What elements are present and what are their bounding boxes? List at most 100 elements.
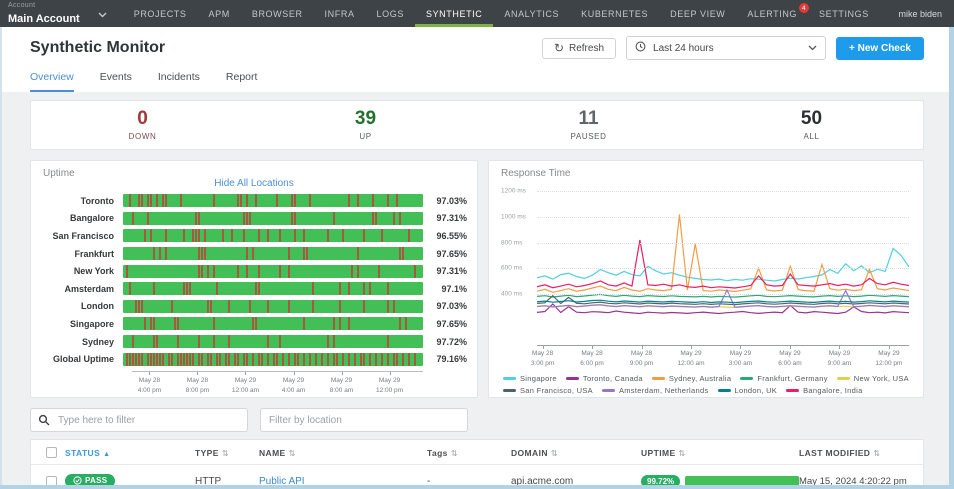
downtime-mark [393, 352, 395, 366]
legend-item[interactable]: Sydney, Australia [651, 374, 732, 383]
downtime-mark [393, 299, 395, 313]
uptime-bar [123, 247, 423, 261]
downtime-mark [294, 352, 296, 366]
filter-search-input[interactable] [30, 408, 248, 432]
nav-item-projects[interactable]: PROJECTS [123, 0, 198, 27]
downtime-mark [129, 282, 131, 296]
downtime-mark [177, 317, 179, 331]
gridline [537, 242, 909, 244]
header-checkbox-cell [31, 447, 65, 458]
uptime-row: Toronto 97.03% [43, 192, 467, 210]
filter-location-input[interactable] [260, 408, 468, 432]
downtime-mark [276, 194, 278, 208]
stat-all: 50 ALL [700, 108, 923, 141]
legend-item[interactable]: San Francisco, USA [503, 386, 593, 395]
series-sydney-australia [537, 214, 909, 292]
nav-item-apm[interactable]: APM [198, 0, 241, 27]
downtime-mark [156, 352, 158, 366]
user-menu[interactable]: mike biden [898, 0, 954, 27]
downtime-mark [309, 352, 311, 366]
downtime-mark [126, 264, 128, 278]
legend-item[interactable]: Bangalore, India [786, 386, 862, 395]
downtime-mark [159, 352, 161, 366]
downtime-mark [207, 352, 209, 366]
downtime-mark [201, 352, 203, 366]
column-header-status[interactable]: STATUS ▲ [65, 448, 195, 458]
downtime-mark [147, 194, 149, 208]
account-switcher[interactable]: Account Main Account [0, 0, 117, 27]
uptime-bar [123, 299, 423, 313]
downtime-mark [321, 352, 323, 366]
legend-item[interactable]: Singapore [503, 374, 557, 383]
column-header-tags[interactable]: Tags ⇅ [427, 448, 511, 458]
legend-item[interactable]: Amsterdam, Netherlands [601, 386, 709, 395]
legend-item[interactable]: Toronto, Canada [565, 374, 643, 383]
downtime-mark [132, 352, 134, 366]
uptime-chart: Toronto 97.03% Bangalore 97.31% San Francisc… [31, 192, 477, 368]
hide-all-locations-link[interactable]: Hide All Locations [31, 178, 477, 189]
column-header-domain[interactable]: DOMAIN ⇅ [511, 448, 641, 458]
refresh-button[interactable]: ↻ Refresh [541, 37, 617, 59]
page-header: Synthetic Monitor ↻ Refresh Last 24 hour… [0, 27, 954, 92]
downtime-mark [198, 264, 200, 278]
uptime-row: Singapore 97.65% [43, 315, 467, 333]
window-edge [949, 27, 954, 489]
window-edge [0, 485, 954, 489]
legend-item[interactable]: London, UK [717, 386, 778, 395]
tab-events[interactable]: Events [100, 71, 132, 92]
gridline [537, 191, 909, 193]
downtime-mark [249, 299, 251, 313]
nav-item-kubernetes[interactable]: KUBERNETES [570, 0, 659, 27]
downtime-mark [141, 299, 143, 313]
nav-item-infra[interactable]: INFRA [314, 0, 366, 27]
column-header-name[interactable]: NAME ⇅ [259, 448, 427, 458]
uptime-row-label: Singapore [69, 318, 114, 329]
axis-tick-label: May 29 12:00 pm [875, 350, 903, 367]
column-header-last-modified[interactable]: LAST MODIFIED ⇅ [799, 448, 949, 458]
tab-report[interactable]: Report [226, 71, 258, 92]
downtime-mark [333, 352, 335, 366]
search-icon [38, 413, 50, 431]
axis-tick [149, 371, 151, 375]
nav-item-alerting[interactable]: ALERTING 4 [736, 0, 810, 27]
downtime-mark [153, 352, 155, 366]
downtime-mark [153, 335, 155, 349]
downtime-mark [225, 352, 227, 366]
downtime-mark [138, 299, 140, 313]
tab-overview[interactable]: Overview [30, 71, 74, 92]
uptime-row-value: 96.55% [436, 230, 467, 241]
downtime-mark [174, 317, 176, 331]
column-header-uptime[interactable]: UPTIME ⇅ [641, 448, 799, 458]
nav-item-deep-view[interactable]: DEEP VIEW [659, 0, 736, 27]
downtime-mark [246, 264, 248, 278]
downtime-mark [129, 352, 131, 366]
downtime-mark [303, 229, 305, 243]
column-header-type[interactable]: TYPE ⇅ [195, 448, 259, 458]
account-label: Account [8, 2, 36, 9]
downtime-mark [303, 317, 305, 331]
legend-item[interactable]: Frankfurt, Germany [740, 374, 827, 383]
series-bangalore-india [537, 240, 909, 288]
downtime-mark [387, 282, 389, 296]
nav-item-analytics[interactable]: ANALYTICS [493, 0, 570, 27]
downtime-mark [357, 247, 359, 261]
select-all-checkbox[interactable] [46, 447, 57, 458]
stat-label: UP [359, 132, 372, 141]
nav-item-browser[interactable]: BROWSER [241, 0, 314, 27]
downtime-mark [198, 211, 200, 225]
nav-item-settings[interactable]: SETTINGS [808, 0, 880, 27]
nav-item-synthetic[interactable]: SYNTHETIC [415, 0, 493, 27]
downtime-mark [246, 194, 248, 208]
tab-incidents[interactable]: Incidents [158, 71, 200, 92]
downtime-mark [243, 211, 245, 225]
legend-item[interactable]: New York, USA [836, 374, 909, 383]
new-check-button[interactable]: + New Check [836, 36, 924, 60]
downtime-mark [348, 282, 350, 296]
nav-item-logs[interactable]: LOGS [366, 0, 415, 27]
uptime-row-label: Toronto [80, 195, 114, 206]
downtime-mark [255, 194, 257, 208]
downtime-mark [153, 247, 155, 261]
downtime-mark [402, 247, 404, 261]
time-range-select[interactable]: Last 24 hours [626, 36, 827, 60]
downtime-mark [303, 247, 305, 261]
